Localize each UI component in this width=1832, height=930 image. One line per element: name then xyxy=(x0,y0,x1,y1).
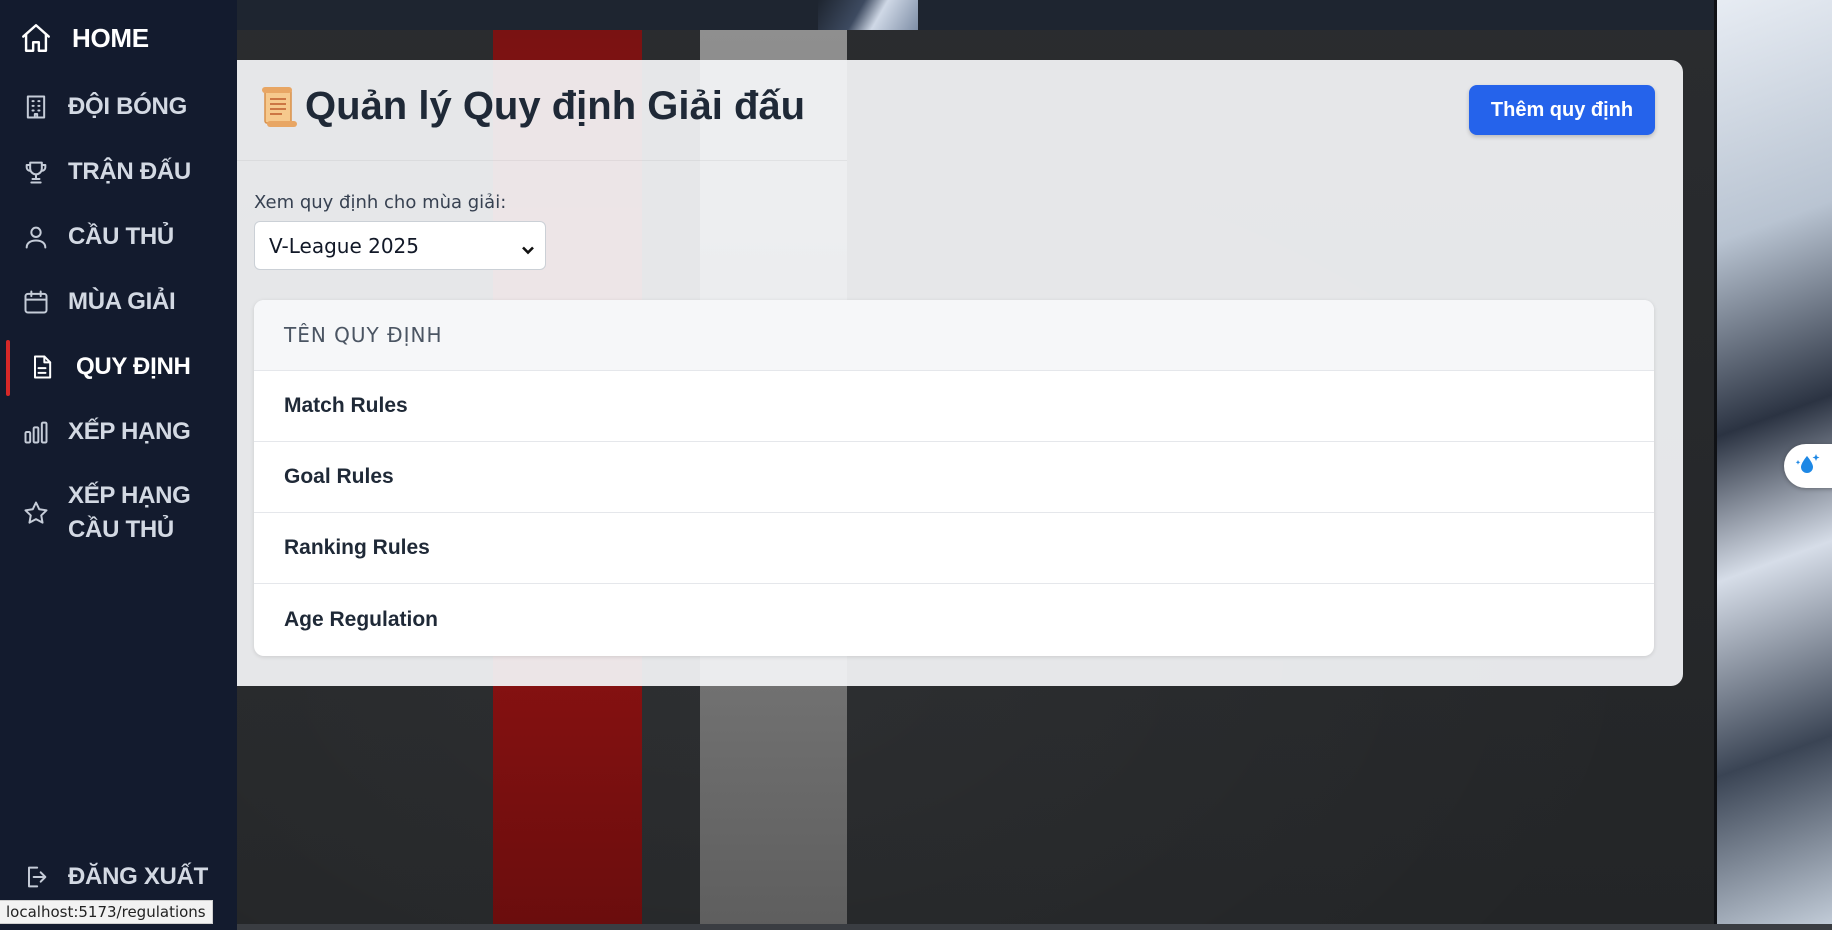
page-title: Quản lý Quy định Giải đấu xyxy=(259,84,805,129)
sidebar-item-seasons[interactable]: MÙA GIẢI xyxy=(0,284,237,320)
add-regulation-button[interactable]: Thêm quy định xyxy=(1469,85,1655,135)
sidebar-item-rankings[interactable]: XẾP HẠNG xyxy=(0,414,237,450)
bottom-edge xyxy=(0,924,1832,930)
user-icon xyxy=(18,219,54,255)
sidebar-item-label: QUY ĐỊNH xyxy=(76,353,191,380)
sidebar-item-label: TRẬN ĐẤU xyxy=(68,158,191,185)
document-icon xyxy=(24,349,60,385)
sidebar-item-label: MÙA GIẢI xyxy=(68,288,176,315)
sidebar-item-label: HOME xyxy=(72,23,149,53)
scroll-icon xyxy=(259,85,299,129)
table-header: TÊN QUY ĐỊNH xyxy=(254,300,1654,371)
page-title-text: Quản lý Quy định Giải đấu xyxy=(305,84,806,128)
sidebar-item-label: CẦU THỦ xyxy=(68,223,174,250)
table-row[interactable]: Ranking Rules xyxy=(254,513,1654,584)
logout-icon xyxy=(18,859,54,895)
season-select[interactable]: V-League 2025 xyxy=(254,221,546,270)
sidebar-item-players[interactable]: CẦU THỦ xyxy=(0,219,237,255)
table-row[interactable]: Age Regulation xyxy=(254,584,1654,655)
sidebar: HOME ĐỘI BÓNG TRẬN ĐẤU CẦU THỦ MÙA GIẢI … xyxy=(0,0,237,930)
home-icon xyxy=(18,20,54,56)
floating-extension-button[interactable] xyxy=(1784,444,1832,488)
status-bar-url: localhost:5173/regulations xyxy=(0,900,213,924)
sidebar-item-label: XẾP HẠNG xyxy=(68,418,191,445)
star-icon xyxy=(18,495,54,531)
season-select-value: V-League 2025 xyxy=(269,233,420,258)
calendar-icon xyxy=(18,284,54,320)
regulations-panel: Quản lý Quy định Giải đấu Thêm quy định … xyxy=(237,60,1683,686)
chevron-down-icon xyxy=(521,238,535,255)
regulations-table: TÊN QUY ĐỊNH Match Rules Goal Rules Rank… xyxy=(254,300,1654,656)
season-select-label: Xem quy định cho mùa giải: xyxy=(254,192,507,213)
background-top-band xyxy=(237,0,1714,30)
sidebar-item-player-rankings[interactable]: XẾP HẠNG CẦU THỦ xyxy=(0,479,237,547)
background-divider xyxy=(1714,0,1717,930)
sidebar-item-label: XẾP HẠNG CẦU THỦ xyxy=(68,482,191,543)
logout-label: ĐĂNG XUẤT xyxy=(68,863,208,890)
bar-chart-icon xyxy=(18,414,54,450)
sidebar-item-teams[interactable]: ĐỘI BÓNG xyxy=(0,89,237,125)
sidebar-item-regulations[interactable]: QUY ĐỊNH xyxy=(0,349,237,385)
background-top-highlight xyxy=(818,0,918,30)
title-divider xyxy=(237,160,847,161)
sidebar-item-home[interactable]: HOME xyxy=(0,20,237,56)
logout-button[interactable]: ĐĂNG XUẤT xyxy=(0,859,237,895)
trophy-icon xyxy=(18,154,54,190)
table-row[interactable]: Match Rules xyxy=(254,371,1654,442)
sidebar-item-matches[interactable]: TRẬN ĐẤU xyxy=(0,154,237,190)
sidebar-item-label: ĐỘI BÓNG xyxy=(68,93,187,120)
building-icon xyxy=(18,89,54,125)
sparkle-drop-icon xyxy=(1794,450,1822,482)
table-row[interactable]: Goal Rules xyxy=(254,442,1654,513)
